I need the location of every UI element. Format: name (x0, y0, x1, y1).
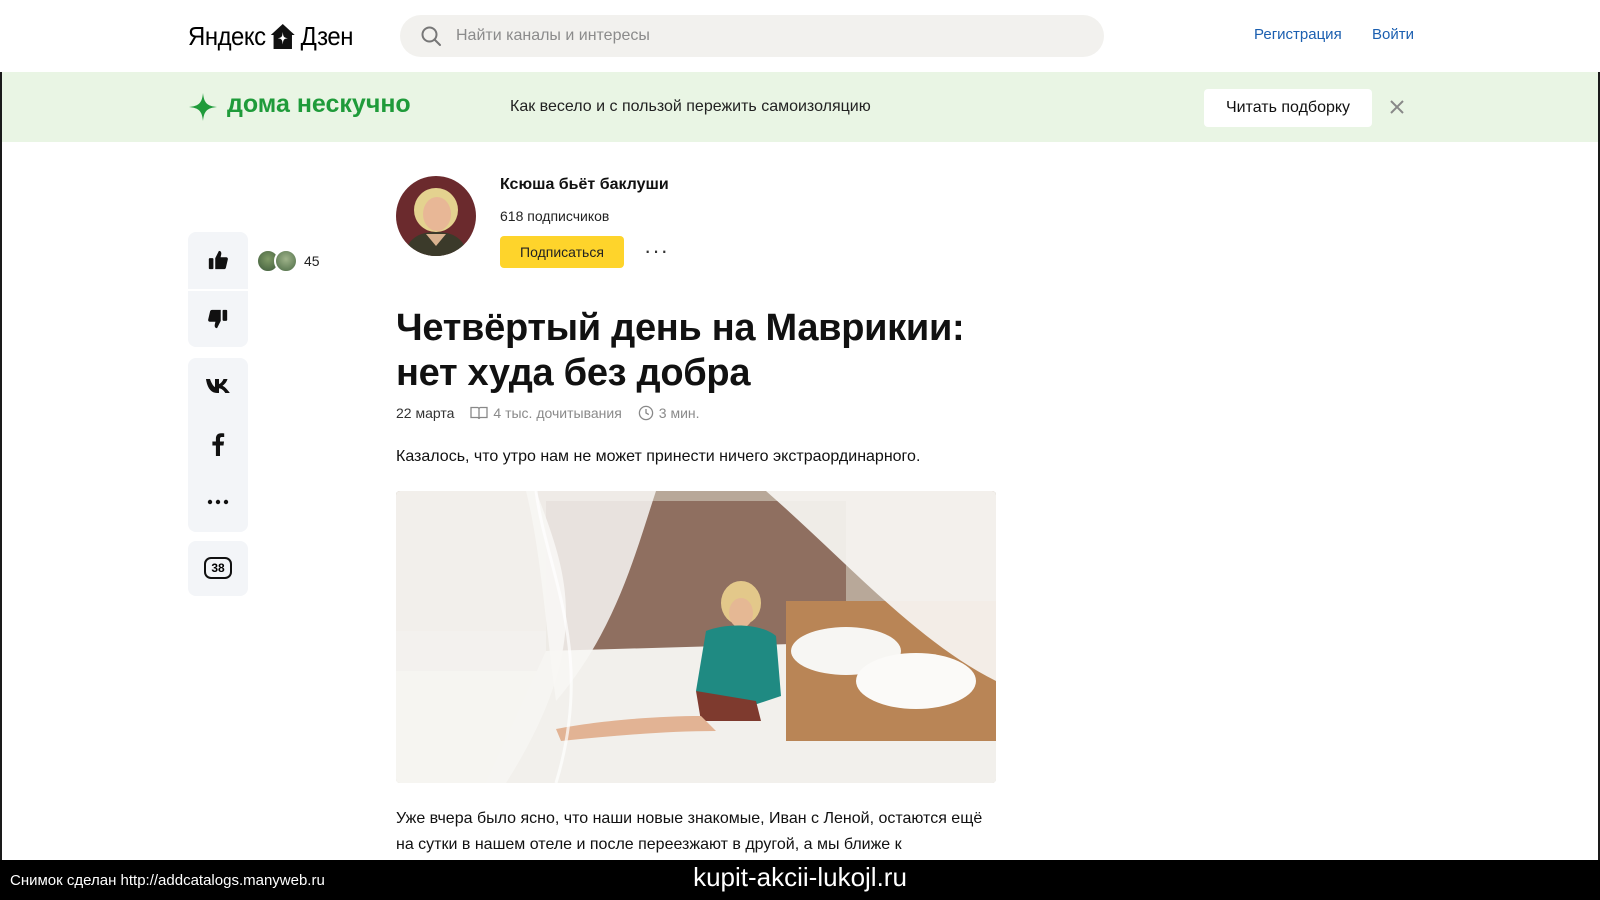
book-icon (470, 406, 489, 420)
top-header: Яндекс Дзен Регистрация Войти (0, 0, 1600, 72)
yandex-zen-logo[interactable]: Яндекс Дзен (188, 18, 353, 54)
reads-stat: 4 тыс. дочитывания (470, 405, 622, 421)
search-input[interactable] (456, 27, 1056, 45)
likes-count: 45 (304, 253, 320, 269)
share-facebook-button[interactable] (188, 416, 248, 472)
logo-text-left: Яндекс (188, 20, 266, 51)
promo-title: дома нескучно (227, 90, 411, 118)
subscribe-button[interactable]: Подписаться (500, 236, 624, 268)
likers-summary[interactable]: 45 (256, 249, 320, 273)
channel-name[interactable]: Ксюша бьёт баклуши (500, 176, 669, 194)
sparkle-icon (189, 93, 217, 121)
more-icon (207, 499, 229, 505)
share-group (188, 358, 248, 532)
share-more-button[interactable] (188, 474, 248, 530)
screenshot-footer-bar: Снимок сделан http://addcatalogs.manyweb… (0, 860, 1600, 900)
clock-icon (638, 405, 654, 421)
article-paragraph: Уже вчера было ясно, что наши новые знак… (396, 810, 983, 853)
comments-icon[interactable]: 38 (204, 557, 232, 579)
share-vk-button[interactable] (188, 358, 248, 414)
read-time-stat: 3 мин. (638, 405, 700, 421)
read-collection-button[interactable]: Читать подборку (1204, 89, 1372, 127)
promo-text: Как весело и с пользой пережить самоизол… (510, 98, 871, 115)
search-icon (421, 26, 441, 46)
logo-house-icon (271, 24, 296, 49)
comments-count: 38 (211, 561, 225, 575)
subscribers-count: 618 подписчиков (500, 208, 610, 224)
article-photo[interactable] (396, 491, 996, 783)
thumb-up-icon (208, 250, 228, 270)
search-bar[interactable] (400, 15, 1104, 57)
thumb-down-icon (208, 309, 228, 329)
reactions-group (188, 232, 248, 347)
liker-avatar (274, 249, 298, 273)
article-lead: Казалось, что утро нам не может принести… (396, 448, 921, 465)
logo-text-right: Дзен (300, 20, 354, 51)
dislike-button[interactable] (188, 291, 248, 347)
promo-banner: дома нескучно Как весело и с пользой пер… (2, 72, 1598, 142)
login-link[interactable]: Войти (1372, 26, 1414, 43)
reads-count: 4 тыс. дочитывания (493, 405, 622, 421)
bed-canopy-photo (396, 491, 996, 783)
watermark-text: kupit-akcii-lukojl.ru (693, 862, 907, 892)
close-icon[interactable] (1386, 96, 1408, 118)
publish-date: 22 марта (396, 405, 455, 421)
like-button[interactable] (188, 232, 248, 288)
article-meta: 22 марта 4 тыс. дочитывания 3 мин. (396, 405, 700, 421)
channel-more-icon[interactable]: ··· (644, 238, 669, 264)
article-title: Четвёртый день на Маврикии: нет худа без… (396, 307, 965, 394)
channel-avatar-image (396, 176, 476, 256)
channel-avatar[interactable] (396, 176, 476, 256)
read-time: 3 мин. (658, 405, 700, 421)
register-link[interactable]: Регистрация (1254, 26, 1342, 43)
vk-icon (206, 379, 230, 393)
facebook-icon (212, 433, 225, 456)
